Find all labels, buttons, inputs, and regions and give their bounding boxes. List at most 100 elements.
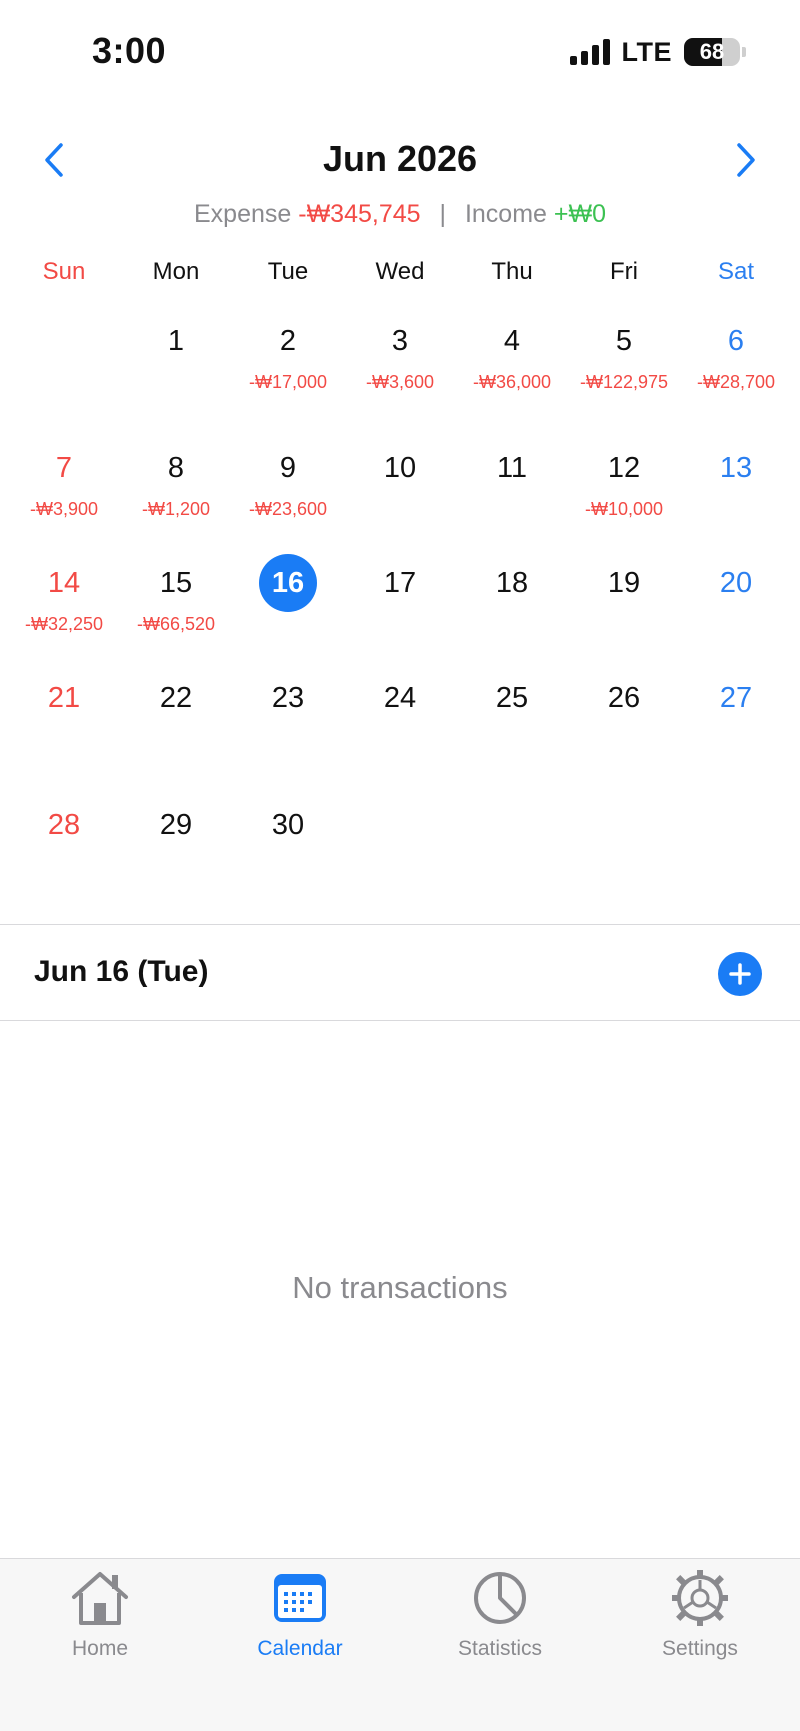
day-expense-amount: -₩3,900 [29, 499, 99, 519]
calendar-day-26[interactable]: 26 [568, 657, 680, 784]
calendar-week: 28 29 30 [8, 784, 792, 899]
calendar-day-23[interactable]: 23 [232, 657, 344, 784]
calendar-week: 14 -₩32,250 15 -₩66,520 16 17 18 19 20 [8, 542, 792, 657]
divider [0, 1020, 800, 1021]
status-time: 3:00 [92, 30, 167, 71]
day-number: 16 [259, 554, 317, 612]
calendar-day-empty [456, 784, 568, 899]
calendar-day-4[interactable]: 4 -₩36,000 [456, 300, 568, 427]
calendar-day-9[interactable]: 9 -₩23,600 [232, 427, 344, 542]
month-title: Jun 2026 [322, 138, 478, 179]
tab-calendar-label: Calendar [257, 1637, 343, 1660]
calendar-day-21[interactable]: 21 [8, 657, 120, 784]
calendar-day-3[interactable]: 3 -₩3,600 [344, 300, 456, 427]
calendar-day-17[interactable]: 17 [344, 542, 456, 657]
calendar-day-2[interactable]: 2 -₩17,000 [232, 300, 344, 427]
calendar-day-1[interactable]: 1 [120, 300, 232, 427]
day-number: 20 [719, 566, 753, 599]
day-number: 28 [47, 808, 81, 841]
calendar-day-28[interactable]: 28 [8, 784, 120, 899]
add-transaction-button[interactable] [718, 952, 762, 996]
day-number: 29 [159, 808, 193, 841]
weekday-wed: Wed [375, 258, 425, 285]
next-month-button[interactable] [724, 138, 768, 182]
summary-separator: | [439, 200, 447, 228]
day-number: 8 [167, 451, 185, 484]
day-number: 12 [607, 451, 641, 484]
selected-day-title: Jun 16 (Tue) [34, 955, 209, 988]
expense-total: -₩345,745 [298, 200, 421, 228]
tab-calendar[interactable]: Calendar [200, 1559, 400, 1731]
day-number: 2 [279, 324, 297, 357]
day-number: 26 [607, 681, 641, 714]
day-number: 4 [503, 324, 521, 357]
calendar-day-14[interactable]: 14 -₩32,250 [8, 542, 120, 657]
tab-home[interactable]: Home [0, 1559, 200, 1731]
chevron-right-icon [737, 143, 755, 177]
plus-icon [729, 963, 751, 985]
calendar-week: 7 -₩3,900 8 -₩1,200 9 -₩23,600 10 11 12 -₩10,000 1… [8, 427, 792, 542]
calendar-day-19[interactable]: 19 [568, 542, 680, 657]
calendar-day-18[interactable]: 18 [456, 542, 568, 657]
calendar-day-empty [8, 300, 120, 427]
calendar-day-7[interactable]: 7 -₩3,900 [8, 427, 120, 542]
tab-statistics[interactable]: Statistics [400, 1559, 600, 1731]
calendar-day-13[interactable]: 13 [680, 427, 792, 542]
day-expense-amount: -₩122,975 [579, 372, 669, 392]
day-expense-amount: -₩17,000 [248, 372, 328, 392]
calendar-day-22[interactable]: 22 [120, 657, 232, 784]
calendar-day-15[interactable]: 15 -₩66,520 [120, 542, 232, 657]
expense-label: Expense [194, 200, 292, 228]
day-number: 22 [159, 681, 193, 714]
calendar-day-25[interactable]: 25 [456, 657, 568, 784]
day-number: 21 [47, 681, 81, 714]
day-expense-amount: -₩23,600 [248, 499, 328, 519]
calendar-day-6[interactable]: 6 -₩28,700 [680, 300, 792, 427]
day-number: 1 [167, 324, 185, 357]
cellular-signal-icon [569, 39, 610, 65]
calendar-day-empty [680, 784, 792, 899]
day-number: 24 [383, 681, 417, 714]
day-number: 14 [47, 566, 81, 599]
calendar-day-8[interactable]: 8 -₩1,200 [120, 427, 232, 542]
tab-bar: Home Calendar Statistics Settings [0, 1558, 800, 1731]
calendar-day-10[interactable]: 10 [344, 427, 456, 542]
day-number: 9 [279, 451, 297, 484]
calendar-icon [268, 1567, 332, 1629]
calendar-day-24[interactable]: 24 [344, 657, 456, 784]
calendar-day-5[interactable]: 5 -₩122,975 [568, 300, 680, 427]
day-number: 11 [496, 451, 528, 484]
calendar-day-empty [568, 784, 680, 899]
calendar-day-11[interactable]: 11 [456, 427, 568, 542]
status-indicators: LTE 68 [569, 36, 746, 68]
calendar-day-16[interactable]: 16 [232, 542, 344, 657]
day-number: 18 [495, 566, 529, 599]
income-total: +₩0 [553, 200, 606, 228]
calendar-day-12[interactable]: 12 -₩10,000 [568, 427, 680, 542]
calendar-day-20[interactable]: 20 [680, 542, 792, 657]
tab-settings-label: Settings [662, 1637, 738, 1660]
day-number: 5 [615, 324, 633, 357]
selected-day-header: Jun 16 (Tue) [0, 925, 800, 1021]
day-expense-amount: -₩10,000 [584, 499, 664, 519]
calendar-day-29[interactable]: 29 [120, 784, 232, 899]
day-number: 10 [383, 451, 417, 484]
day-expense-amount: -₩32,250 [24, 614, 104, 634]
status-bar: 3:00 LTE 68 [0, 0, 800, 100]
day-number: 27 [719, 681, 753, 714]
day-expense-amount: -₩1,200 [141, 499, 211, 519]
pie-chart-icon [468, 1567, 532, 1629]
day-expense-amount: -₩36,000 [472, 372, 552, 392]
weekday-fri: Fri [610, 258, 638, 285]
weekday-tue: Tue [267, 258, 309, 285]
day-expense-amount: -₩28,700 [696, 372, 776, 392]
weekday-sun: Sun [42, 258, 86, 285]
weekday-thu: Thu [491, 258, 533, 285]
battery-icon: 68 [684, 38, 740, 66]
calendar-day-27[interactable]: 27 [680, 657, 792, 784]
battery-tip [742, 47, 746, 57]
day-number: 6 [727, 324, 745, 357]
tab-statistics-label: Statistics [457, 1637, 543, 1660]
tab-settings[interactable]: Settings [600, 1559, 800, 1731]
calendar-day-30[interactable]: 30 [232, 784, 344, 899]
